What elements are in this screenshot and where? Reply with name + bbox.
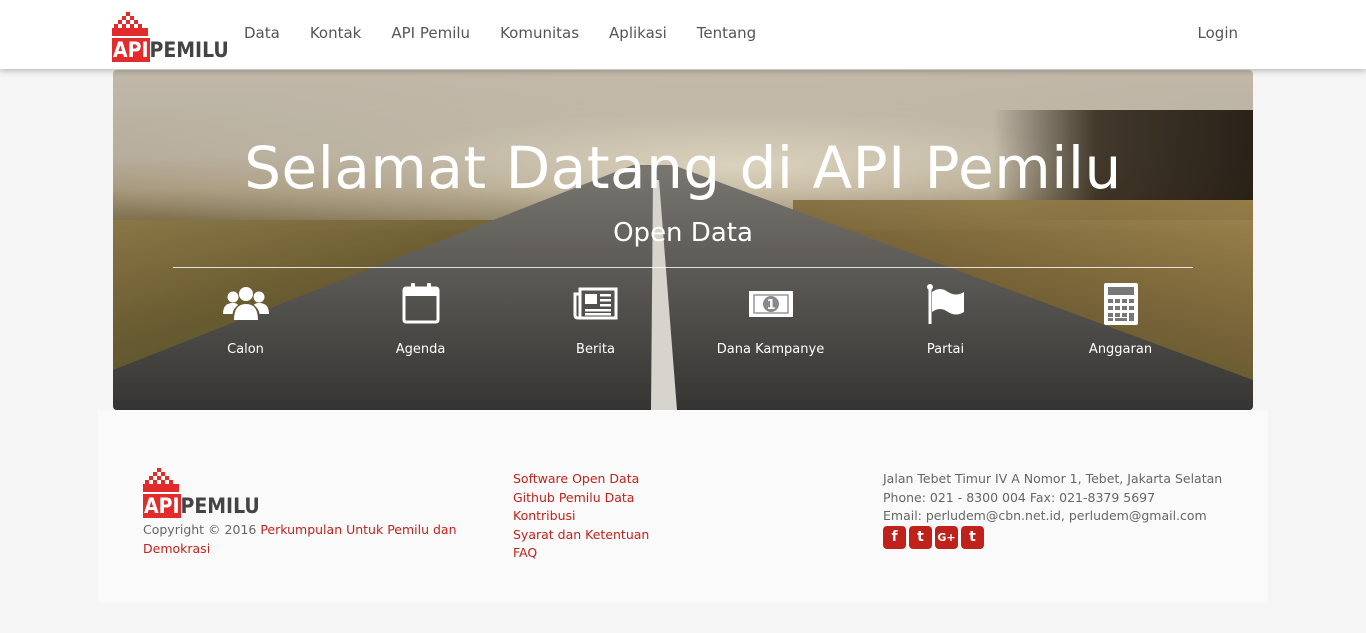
footer-link-github[interactable]: Github Pemilu Data (513, 489, 649, 508)
navbar: APIPEMILU Data Kontak API Pemilu Komunit… (0, 0, 1366, 69)
contact-address: Jalan Tebet Timur IV A Nomor 1, Tebet, J… (883, 471, 1223, 486)
newspaper-icon (573, 287, 617, 320)
copyright-text: Copyright © 2016 Perkumpulan Untuk Pemil… (143, 520, 473, 558)
footer: APIPEMILU Copyright © 2016 Perkumpulan U… (98, 410, 1268, 602)
footer-logo-pixel-graphic (143, 468, 179, 492)
feature-label-agenda: Agenda (395, 342, 446, 357)
site-logo[interactable]: APIPEMILU (112, 12, 229, 62)
contact-email: Email: perludem@cbn.net.id, perludem@gma… (883, 508, 1207, 523)
flag-icon (926, 284, 964, 324)
footer-logo-api-text: API (143, 494, 181, 518)
hero-divider (173, 267, 1193, 268)
feature-list: Calon Agenda Berita 1 Dana Kampanye Part… (158, 280, 1208, 370)
feature-agenda[interactable]: Agenda (333, 280, 508, 370)
copyright-prefix: Copyright © 2016 (143, 522, 257, 537)
footer-link-kontribusi[interactable]: Kontribusi (513, 507, 649, 526)
feature-label-berita: Berita (576, 342, 615, 357)
tumblr-icon[interactable]: t (961, 526, 984, 549)
footer-link-software-open-data[interactable]: Software Open Data (513, 470, 649, 489)
logo-pemilu-text: PEMILU (149, 38, 229, 62)
svg-text:1: 1 (766, 298, 775, 313)
nav-item-data[interactable]: Data (229, 0, 295, 69)
footer-links: Software Open Data Github Pemilu Data Ko… (513, 470, 649, 563)
hero-subtitle: Open Data (613, 218, 753, 248)
nav-item-aplikasi[interactable]: Aplikasi (594, 0, 682, 69)
logo-wordmark: APIPEMILU (112, 38, 229, 62)
feature-label-partai: Partai (926, 342, 965, 357)
google-plus-icon[interactable]: G+ (935, 526, 958, 549)
login-link[interactable]: Login (1198, 0, 1238, 67)
feature-partai[interactable]: Partai (858, 280, 1033, 370)
money-icon: 1 (748, 291, 793, 317)
feature-label-dana-kampanye: Dana Kampanye (716, 342, 825, 357)
facebook-icon[interactable]: f (883, 526, 906, 549)
contact-phone: Phone: 021 - 8300 004 Fax: 021-8379 5697 (883, 489, 1156, 505)
twitter-icon[interactable]: t (909, 526, 932, 549)
contact-info: Jalan Tebet Timur IV A Nomor 1, Tebet, J… (883, 470, 1222, 526)
users-icon (222, 287, 269, 320)
feature-anggaran[interactable]: Anggaran (1033, 280, 1208, 370)
footer-link-syarat[interactable]: Syarat dan Ketentuan (513, 526, 649, 545)
nav-item-kontak[interactable]: Kontak (295, 0, 377, 69)
calendar-icon (402, 283, 439, 324)
footer-logo-pemilu-text: PEMILU (180, 494, 260, 518)
feature-dana-kampanye[interactable]: 1 Dana Kampanye (683, 280, 858, 370)
nav-item-api-pemilu[interactable]: API Pemilu (376, 0, 485, 69)
footer-link-faq[interactable]: FAQ (513, 544, 649, 563)
feature-berita[interactable]: Berita (508, 280, 683, 370)
hero-banner: Selamat Datang di API Pemilu Open Data C… (113, 70, 1253, 410)
footer-logo-wordmark: APIPEMILU (143, 494, 260, 518)
feature-calon[interactable]: Calon (158, 280, 333, 370)
main-nav: Data Kontak API Pemilu Komunitas Aplikas… (229, 0, 771, 69)
feature-label-anggaran: Anggaran (1088, 342, 1153, 357)
feature-label-calon: Calon (227, 342, 264, 357)
social-links: f t G+ t (883, 526, 984, 549)
nav-item-tentang[interactable]: Tentang (682, 0, 771, 69)
footer-logo[interactable]: APIPEMILU (143, 468, 260, 518)
logo-pixel-graphic (112, 12, 148, 36)
nav-item-komunitas[interactable]: Komunitas (485, 0, 594, 69)
hero-title: Selamat Datang di API Pemilu (244, 134, 1122, 202)
logo-api-text: API (112, 38, 150, 62)
calculator-icon (1103, 283, 1138, 325)
